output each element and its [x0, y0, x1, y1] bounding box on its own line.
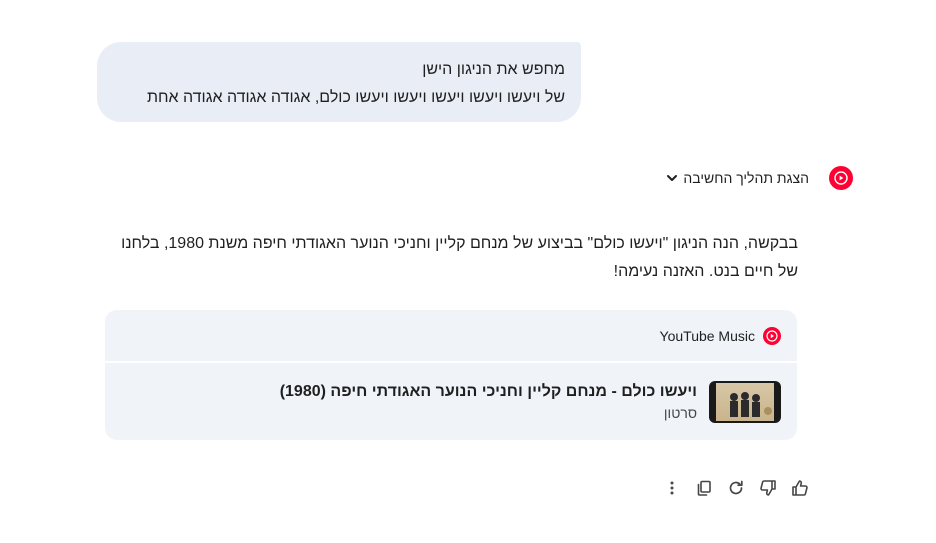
video-result-item[interactable]: ויעשו כולם - מנחם קליין וחניכי הנוער האג… — [105, 363, 797, 440]
thumbs-up-icon[interactable] — [788, 476, 812, 500]
card-source-label: YouTube Music — [659, 327, 755, 344]
refresh-icon[interactable] — [724, 476, 748, 500]
show-thinking-label: הצגת תהליך החשיבה — [683, 170, 809, 186]
user-prompt-line-2: של ויעשו ויעשו ויעשו ויעשו ויעשו כולם, א… — [146, 89, 565, 106]
user-prompt-line-1: מחפש את הניגון הישן — [422, 61, 565, 78]
thumbs-down-icon[interactable] — [756, 476, 780, 500]
response-text: בבקשה, הנה הניגון "ויעשו כולם" בביצוע של… — [121, 235, 798, 280]
youtube-music-avatar-icon — [829, 166, 853, 190]
show-thinking-toggle[interactable]: הצגת תהליך החשיבה — [665, 170, 809, 186]
youtube-music-logo-icon — [763, 326, 781, 345]
copy-icon[interactable] — [692, 476, 716, 500]
card-header: YouTube Music — [105, 310, 797, 361]
user-prompt-bubble: מחפש את הניגון הישן של ויעשו ויעשו ויעשו… — [97, 42, 581, 122]
video-thumbnail — [709, 380, 781, 423]
youtube-music-card: YouTube Music ויעשו כולם - מנחם קליין וח… — [105, 310, 797, 440]
video-title: ויעשו כולם - מנחם קליין וחניכי הנוער האג… — [279, 382, 697, 400]
response-header: הצגת תהליך החשיבה — [665, 165, 853, 191]
chevron-down-icon — [665, 171, 679, 185]
response-actions — [652, 476, 812, 500]
video-type-label: סרטון — [663, 404, 697, 421]
more-vert-icon[interactable] — [660, 476, 684, 500]
